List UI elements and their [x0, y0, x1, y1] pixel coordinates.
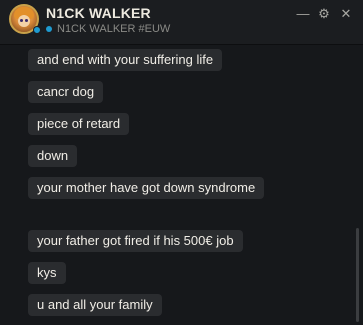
- status-online-icon: [33, 26, 41, 34]
- chat-window: N1CK WALKER N1CK WALKER #EUW — ⚙ ✕ and e…: [0, 0, 363, 325]
- minimize-icon[interactable]: —: [295, 6, 311, 22]
- chat-message: your mother have got down syndrome: [28, 177, 265, 199]
- avatar-eye: [25, 19, 28, 22]
- gear-icon[interactable]: ⚙: [316, 6, 332, 22]
- avatar-eye: [20, 19, 23, 22]
- chat-message: piece of retard: [28, 113, 130, 135]
- message-list[interactable]: and end with your suffering life cancr d…: [0, 45, 350, 325]
- chat-header: N1CK WALKER N1CK WALKER #EUW — ⚙ ✕: [0, 0, 363, 45]
- chat-message: cancr dog: [28, 81, 104, 103]
- chat-message: your father got fired if his 500€ job: [28, 230, 243, 252]
- contact-riot-id: N1CK WALKER #EUW: [46, 23, 170, 35]
- riot-id-label: N1CK WALKER #EUW: [57, 23, 171, 35]
- chat-message: down: [28, 145, 78, 167]
- chat-message: u and all your family: [28, 294, 162, 316]
- close-icon[interactable]: ✕: [338, 6, 354, 22]
- scrollbar[interactable]: [356, 228, 359, 322]
- chat-message: kys: [28, 262, 66, 284]
- presence-icon: [46, 26, 52, 32]
- chat-message: and end with your suffering life: [28, 49, 223, 71]
- contact-name[interactable]: N1CK WALKER: [46, 5, 151, 21]
